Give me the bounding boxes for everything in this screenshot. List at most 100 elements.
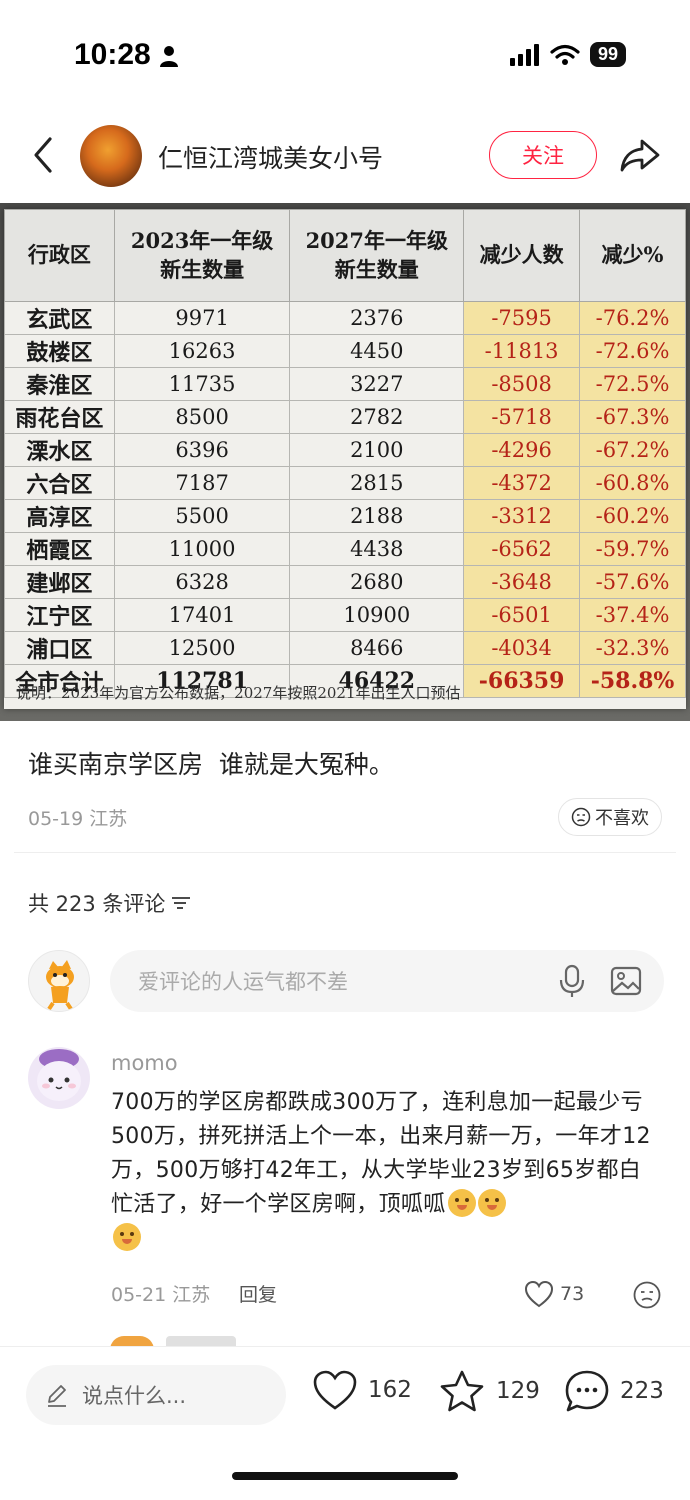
dislike-face-icon[interactable]	[632, 1280, 662, 1310]
commenter-avatar[interactable]	[28, 1047, 90, 1109]
comment-icon	[565, 1370, 609, 1412]
table-row: 雨花台区 8500 2782 -5718 -67.3%	[4, 400, 686, 434]
table-cell: 12500	[113, 631, 291, 665]
follow-button[interactable]: 关注	[489, 131, 597, 179]
table-cell: 高淳区	[4, 499, 115, 533]
commenter-name[interactable]: momo	[111, 1051, 178, 1075]
table-cell: -60.2%	[579, 499, 686, 533]
table-cell: -67.3%	[579, 400, 686, 434]
back-icon[interactable]	[26, 133, 60, 177]
table-cell: -58.8%	[579, 664, 686, 698]
table-cell: -3648	[463, 565, 581, 599]
table-cell: 11735	[113, 367, 291, 401]
person-icon	[160, 46, 178, 67]
table-cell: 浦口区	[4, 631, 115, 665]
table-row: 江宁区 17401 10900 -6501 -37.4%	[4, 598, 686, 632]
table-cell: 江宁区	[4, 598, 115, 632]
table-note: 说明：2023年为官方公布数据，2027年按照2021年出生人口预估	[16, 684, 461, 702]
dislike-button[interactable]: 不喜欢	[558, 798, 662, 836]
col-header-region: 行政区	[4, 209, 115, 302]
table-cell: 玄武区	[4, 301, 115, 335]
table-cell: -37.4%	[579, 598, 686, 632]
table-cell: -7595	[463, 301, 581, 335]
col-header-2023: 2023年一年级 新生数量	[113, 209, 291, 302]
table-cell: 溧水区	[4, 433, 115, 467]
author-name[interactable]: 仁恒江湾城美女小号	[158, 139, 383, 175]
comment-text: 700万的学区房都跌成300万了，连利息加一起最少亏500万，拼死拼活上个一本，…	[111, 1086, 659, 1256]
post-text: 谁买南京学区房 谁就是大冤种。	[28, 750, 394, 779]
table-cell: -6501	[463, 598, 581, 632]
table-cell: 17401	[113, 598, 291, 632]
table-cell: 4438	[289, 532, 465, 566]
like-button[interactable]: 162	[312, 1369, 412, 1411]
table-cell: 7187	[113, 466, 291, 500]
post-image[interactable]: 行政区 2023年一年级 新生数量 2027年一年级 新生数量 减少人数 减少%…	[0, 203, 690, 721]
table-photo: 行政区 2023年一年级 新生数量 2027年一年级 新生数量 减少人数 减少%…	[4, 209, 686, 709]
say-something-placeholder: 说点什么...	[82, 1384, 187, 1408]
table-cell: -72.5%	[579, 367, 686, 401]
table-cell: -8508	[463, 367, 581, 401]
table-cell: 6396	[113, 433, 291, 467]
author-avatar[interactable]	[80, 125, 142, 187]
dislike-label: 不喜欢	[595, 808, 649, 829]
comment-count[interactable]: 共 223 条评论	[28, 888, 191, 918]
table-cell: 雨花台区	[4, 400, 115, 434]
wifi-icon	[550, 44, 580, 65]
table-cell: 6328	[113, 565, 291, 599]
table-cell: -60.8%	[579, 466, 686, 500]
comment-like-button[interactable]: 73	[524, 1280, 584, 1308]
reply-button[interactable]: 回复	[239, 1280, 277, 1307]
table-cell: -66359	[463, 664, 581, 698]
table-cell: -67.2%	[579, 433, 686, 467]
sort-icon[interactable]	[171, 895, 191, 911]
col-header-2027: 2027年一年级 新生数量	[289, 209, 465, 302]
table-cell: 16263	[113, 334, 291, 368]
table-cell: 2782	[289, 400, 465, 434]
star-icon	[440, 1370, 484, 1412]
emoji-icon	[447, 1189, 476, 1217]
table-row: 栖霞区 11000 4438 -6562 -59.7%	[4, 532, 686, 566]
table-cell: 11000	[113, 532, 291, 566]
comment-count-bottom: 223	[620, 1378, 664, 1404]
table-cell: 2815	[289, 466, 465, 500]
table-cell: 栖霞区	[4, 532, 115, 566]
like-count: 162	[368, 1377, 412, 1403]
heart-icon	[313, 1370, 357, 1410]
status-right: 99	[509, 42, 626, 67]
table-cell: -57.6%	[579, 565, 686, 599]
share-icon[interactable]	[618, 135, 662, 175]
table-row: 秦淮区 11735 3227 -8508 -72.5%	[4, 367, 686, 401]
table-cell: 3227	[289, 367, 465, 401]
table-row: 六合区 7187 2815 -4372 -60.8%	[4, 466, 686, 500]
pencil-icon	[48, 1385, 66, 1407]
col-header-decrease: 减少人数	[463, 209, 581, 302]
heart-icon	[524, 1280, 554, 1308]
table-cell: 10900	[289, 598, 465, 632]
table-cell: -32.3%	[579, 631, 686, 665]
collect-button[interactable]: 129	[438, 1369, 540, 1413]
home-indicator[interactable]	[232, 1472, 458, 1480]
signal-icon	[509, 43, 539, 66]
table-cell: -11813	[463, 334, 581, 368]
comment-count-label: 共 223 条评论	[28, 892, 166, 916]
comment-input[interactable]: 爱评论的人运气都不差	[110, 950, 664, 1012]
table-cell: 8466	[289, 631, 465, 665]
post-meta: 05-19 江苏	[28, 808, 128, 830]
battery-indicator: 99	[589, 42, 626, 67]
enrollment-table: 行政区 2023年一年级 新生数量 2027年一年级 新生数量 减少人数 减少%…	[4, 209, 686, 698]
mic-icon[interactable]	[554, 962, 590, 1000]
comment-button[interactable]: 223	[564, 1369, 664, 1413]
collect-count: 129	[496, 1378, 540, 1404]
emoji-icon	[477, 1189, 506, 1217]
say-something-input[interactable]: 说点什么...	[26, 1365, 286, 1425]
table-row: 高淳区 5500 2188 -3312 -60.2%	[4, 499, 686, 533]
table-row: 建邺区 6328 2680 -3648 -57.6%	[4, 565, 686, 599]
table-cell: 2680	[289, 565, 465, 599]
comment-like-count: 73	[560, 1283, 585, 1305]
image-icon[interactable]	[608, 962, 644, 1000]
table-cell: 4450	[289, 334, 465, 368]
table-cell: -4372	[463, 466, 581, 500]
table-row: 溧水区 6396 2100 -4296 -67.2%	[4, 433, 686, 467]
emoji-icon	[113, 1223, 141, 1251]
status-time: 10:28	[74, 38, 151, 71]
